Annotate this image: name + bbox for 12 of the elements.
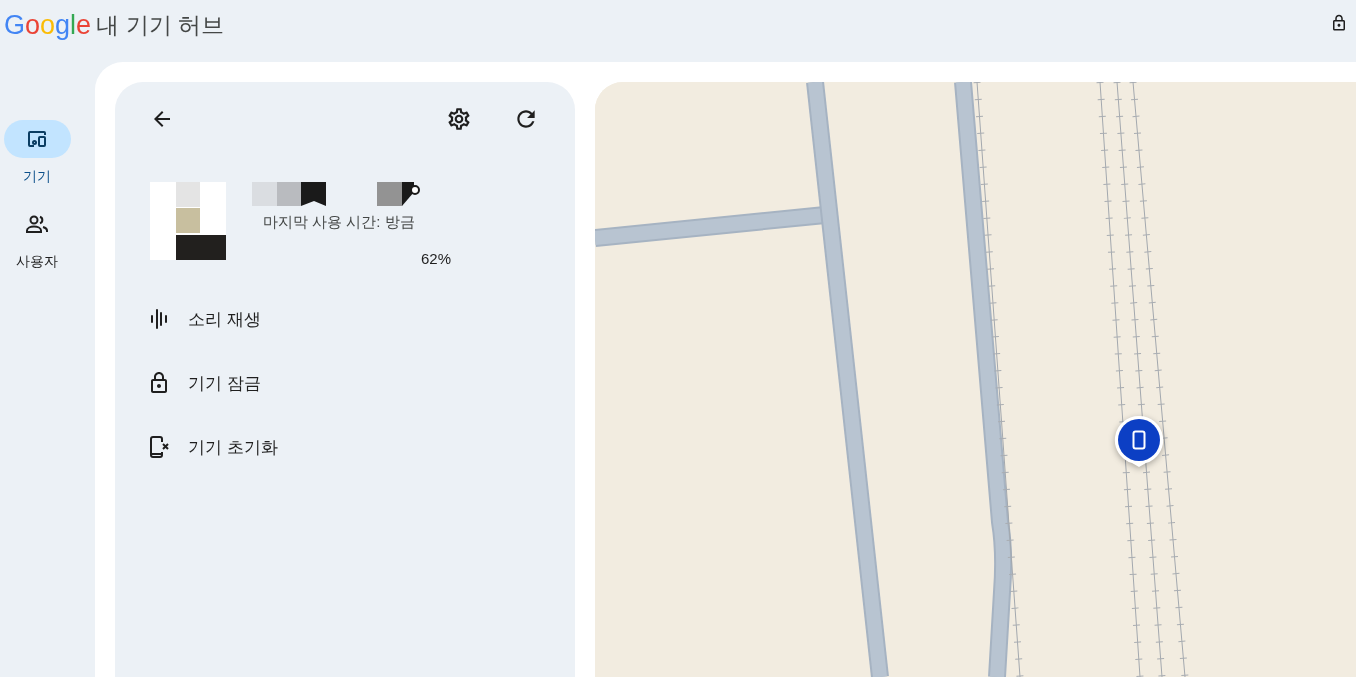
google-logo: Google xyxy=(4,10,92,40)
settings-icon xyxy=(446,106,472,132)
app-title: 내 기기 허브 xyxy=(96,11,224,40)
phone-erase-icon xyxy=(147,435,171,459)
last-used-text: 마지막 사용 시간: 방금 xyxy=(263,212,416,232)
nav-item[interactable]: 사용자 xyxy=(3,205,71,270)
lock-icon xyxy=(1330,14,1348,32)
action-item[interactable]: 기기 잠금 xyxy=(115,351,575,415)
phone-pin-icon[interactable] xyxy=(1114,415,1164,467)
action-item[interactable]: 기기 초기화 xyxy=(115,415,575,479)
action-item[interactable]: 소리 재생 xyxy=(115,287,575,351)
battery-level-text: 62% xyxy=(420,249,451,269)
